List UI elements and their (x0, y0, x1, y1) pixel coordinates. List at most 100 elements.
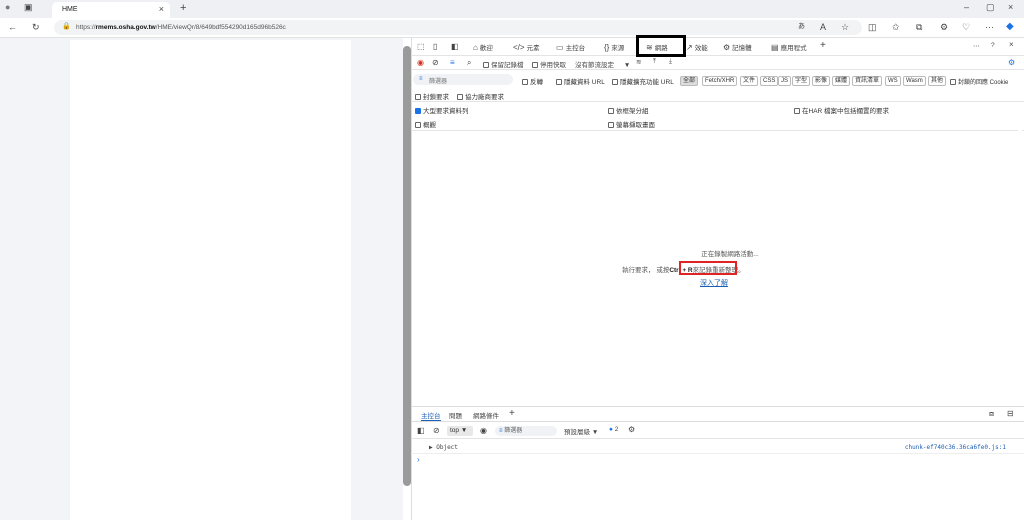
more-menu-icon[interactable]: ··· (985, 23, 994, 32)
type-filter-fetch[interactable]: Fetch/XHR (702, 76, 738, 86)
blocked-cookies-checkbox[interactable]: 封鎖的回應 Cookie (950, 77, 1008, 86)
dock-drawer-icon[interactable]: ⧈ (989, 409, 994, 419)
tab-application[interactable]: ▤ 應用程式 (771, 42, 807, 52)
new-tab-icon[interactable]: + (180, 3, 186, 14)
drawer-tab-console[interactable]: 主控台 (421, 410, 441, 421)
drawer-tab-network-conditions[interactable]: 網路條件 (473, 410, 499, 420)
issues-counter[interactable]: ● 2 (609, 426, 618, 433)
extensions-icon[interactable]: ⚙ (940, 23, 948, 32)
favorite-star-icon[interactable]: ☆ (841, 23, 849, 32)
screenshots-checkbox[interactable]: 螢幕擷取畫面 (608, 119, 655, 129)
lock-icon[interactable]: 🔒 (62, 23, 71, 30)
export-har-icon[interactable]: ⤓ (669, 58, 672, 66)
collections-icon[interactable]: ⧉ (916, 23, 922, 32)
minimize-icon[interactable]: – (964, 3, 969, 12)
add-drawer-tab-icon[interactable]: + (509, 408, 515, 419)
network-conditions-icon[interactable]: ≋ (636, 58, 641, 66)
type-filter-wasm[interactable]: Wasm (903, 76, 926, 86)
log-levels-select[interactable]: 預設層級 ▼ (564, 426, 598, 436)
filter-icon[interactable]: ≡ (450, 58, 455, 67)
import-har-icon[interactable]: ⤒ (653, 58, 656, 66)
type-filter-css[interactable]: CSS (760, 76, 779, 86)
hide-data-urls-checkbox[interactable]: 隱藏資料 URL (556, 76, 605, 86)
tab-memory[interactable]: ⚙ 記憶體 (723, 42, 752, 52)
page-content (70, 40, 351, 520)
sidebar-toggle-icon[interactable]: ◧ (417, 426, 425, 435)
checkbox-icon (415, 122, 421, 129)
tab-elements[interactable]: </> 元素 (513, 42, 540, 52)
recording-status: 正在錄製網路活動... (701, 251, 759, 258)
url-field[interactable]: 🔒 https://rmems.osha.gov.tw/HME/viewQr/8… (54, 20, 862, 35)
close-window-icon[interactable]: × (1008, 3, 1013, 12)
type-filter-img[interactable]: 影像 (812, 76, 831, 86)
network-settings-icon[interactable]: ⚙ (1008, 58, 1015, 67)
clear-icon[interactable]: ⊘ (432, 58, 439, 67)
tab-performance[interactable]: ↗ 效能 (686, 42, 708, 52)
record-icon[interactable]: ◉ (417, 58, 424, 67)
close-tab-icon[interactable]: × (159, 4, 164, 14)
split-screen-icon[interactable]: ◫ (868, 23, 877, 32)
learn-more-link[interactable]: 深入了解 (700, 278, 728, 288)
log-entry[interactable]: ▶ Object (429, 444, 458, 451)
type-filter-doc[interactable]: 文件 (740, 76, 759, 86)
tab-welcome[interactable]: ⌂ 歡迎 (473, 42, 493, 52)
device-toolbar-icon[interactable]: ▯ (433, 42, 437, 51)
tab-console[interactable]: ▭ 主控台 (556, 42, 585, 52)
log-source-link[interactable]: chunk-ef740c36.36ca6fe0.js:1 (905, 444, 1006, 451)
maximize-icon[interactable]: ▢ (986, 3, 995, 12)
type-filter-media[interactable]: 媒體 (832, 76, 851, 86)
collapse-drawer-icon[interactable]: ⊟ (1007, 409, 1014, 418)
favorites-icon[interactable]: ✩ (892, 23, 900, 32)
inspect-icon[interactable]: ⬚ (417, 42, 425, 51)
big-rows-checkbox[interactable]: 大型要求資料列 (415, 105, 469, 115)
search-icon[interactable]: ⌕ (467, 58, 471, 68)
disable-cache-checkbox[interactable]: 停用快取 (532, 59, 566, 69)
browser-window: ● ▣ HME × + – ▢ × ← ↻ 🔒 https://rmems.os… (0, 0, 1024, 520)
browser-tab[interactable]: HME × (52, 2, 170, 18)
group-by-frame-checkbox[interactable]: 依框架分組 (608, 105, 649, 115)
profile-avatar-icon[interactable]: ● (5, 3, 10, 12)
back-icon[interactable]: ← (8, 23, 17, 32)
checkbox-icon (608, 122, 614, 129)
devtools-menu-icon[interactable]: ⋯ (973, 42, 980, 50)
drawer-tab-issues[interactable]: 問題 (449, 410, 462, 420)
type-filter-font[interactable]: 字型 (792, 76, 811, 86)
type-filter-ws[interactable]: WS (885, 76, 901, 86)
checkbox-icon (612, 79, 618, 86)
more-tabs-icon[interactable]: + (820, 40, 826, 51)
checkbox-icon (608, 108, 614, 115)
include-har-checkbox[interactable]: 在HAR 檔案中包括擱置的要求 (794, 105, 889, 115)
preserve-log-checkbox[interactable]: 保留記錄檔 (483, 59, 524, 69)
type-filter-all[interactable]: 全部 (680, 76, 699, 86)
copilot-icon[interactable]: ◆ (1006, 22, 1014, 32)
type-filter-js[interactable]: JS (778, 76, 792, 86)
refresh-icon[interactable]: ↻ (32, 23, 40, 32)
filter-input[interactable]: ≡ 篩選器 (413, 74, 513, 85)
read-aloud-icon[interactable]: A (820, 23, 826, 32)
dock-icon[interactable]: ◧ (451, 42, 459, 51)
third-party-checkbox[interactable]: 協力廠商要求 (457, 91, 504, 101)
context-select[interactable]: top ▼ (447, 426, 473, 436)
filter-icon: ≡ (419, 76, 423, 82)
console-filter-input[interactable]: ≡ 篩選器 (495, 426, 557, 436)
console-prompt-icon[interactable]: › (417, 455, 420, 464)
close-devtools-icon[interactable]: × (1009, 40, 1014, 49)
tab-sources[interactable]: {} 來源 (604, 42, 624, 52)
browser-essentials-icon[interactable]: ♡ (962, 23, 970, 32)
overview-checkbox[interactable]: 概觀 (415, 119, 436, 129)
throttle-select[interactable]: 沒有節流設定 ▼ (575, 59, 630, 69)
hide-extension-urls-checkbox[interactable]: 隱藏擴充功能 URL (612, 76, 674, 86)
blocked-requests-checkbox[interactable]: 封鎖要求 (415, 91, 449, 101)
tab-actions-icon[interactable]: ▣ (24, 3, 33, 12)
filter-placeholder: 篩選器 (429, 79, 448, 85)
clear-console-icon[interactable]: ⊘ (433, 426, 440, 435)
console-settings-icon[interactable]: ⚙ (628, 425, 635, 434)
translate-icon[interactable]: あ (798, 23, 805, 30)
help-icon[interactable]: ? (991, 42, 995, 49)
page-scrollbar[interactable] (403, 46, 411, 486)
eye-icon[interactable]: ◉ (480, 426, 487, 435)
type-filter-manifest[interactable]: 資訊清單 (852, 76, 883, 86)
invert-checkbox[interactable]: 反轉 (522, 76, 543, 86)
checkbox-icon (522, 79, 528, 86)
type-filter-other[interactable]: 其他 (928, 76, 947, 86)
